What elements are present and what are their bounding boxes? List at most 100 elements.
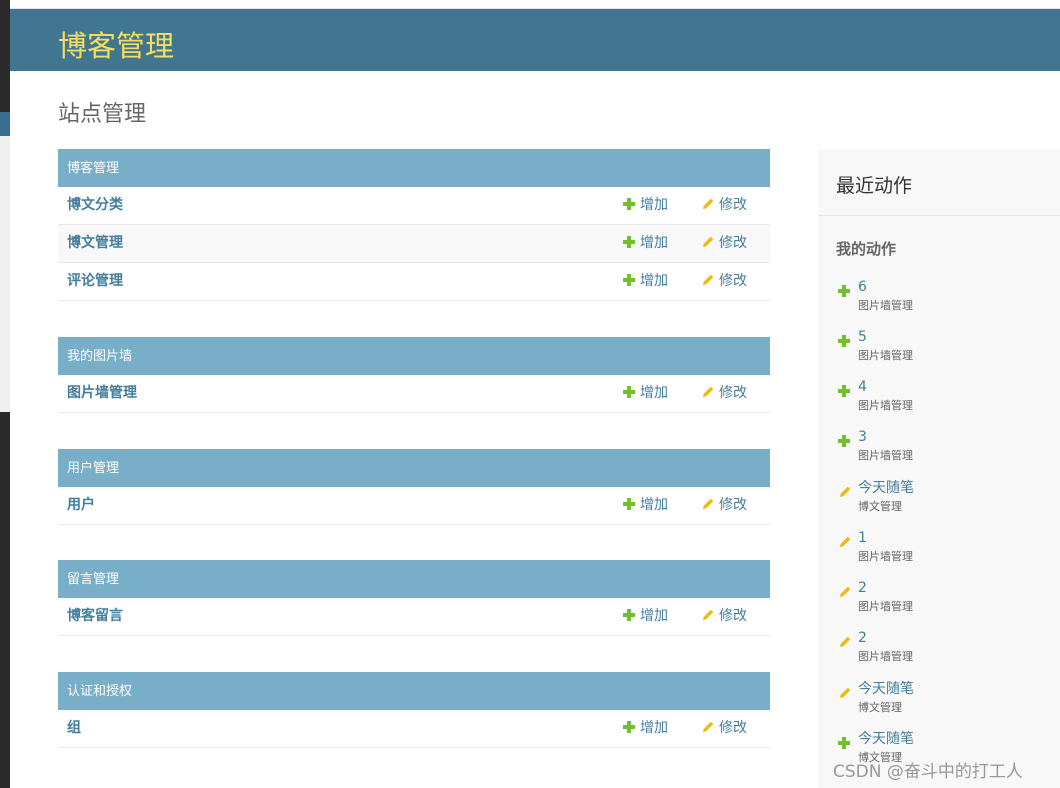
pencil-icon [703, 386, 714, 397]
page-title: 站点管理 [58, 102, 147, 127]
recent-actions-panel: 最近动作 我的动作 6 图片墙管理 5 图片墙管理 4 图片墙管理 3 图片墙管… [818, 149, 1060, 788]
model-link[interactable]: 组 [67, 710, 81, 747]
change-label: 修改 [719, 497, 747, 513]
add-label: 增加 [640, 273, 668, 289]
pencil-icon [703, 498, 714, 509]
change-link[interactable]: 修改 [701, 375, 747, 412]
action-content-type: 图片墙管理 [858, 449, 913, 462]
change-label: 修改 [719, 608, 747, 624]
action-object-link[interactable]: 2 [858, 630, 867, 647]
change-label: 修改 [719, 385, 747, 401]
app-module-messages: 留言管理 博客留言 增加 修改 [58, 560, 770, 636]
csdn-watermark: CSDN @奋斗中的打工人 [833, 762, 1023, 782]
action-content-type: 图片墙管理 [858, 399, 913, 412]
model-link[interactable]: 图片墙管理 [67, 375, 137, 412]
change-link[interactable]: 修改 [701, 225, 747, 262]
my-actions-heading: 我的动作 [836, 240, 897, 258]
plus-icon [623, 198, 635, 210]
change-link[interactable]: 修改 [701, 710, 747, 747]
model-row: 组 增加 修改 [58, 710, 770, 748]
model-row: 博客留言 增加 修改 [58, 598, 770, 636]
pencil-icon [703, 236, 714, 247]
module-caption[interactable]: 认证和授权 [58, 672, 770, 710]
recent-actions-title: 最近动作 [836, 175, 913, 197]
action-object-link[interactable]: 6 [858, 279, 867, 296]
model-link[interactable]: 用户 [67, 487, 95, 524]
module-caption[interactable]: 我的图片墙 [58, 337, 770, 375]
plus-icon [838, 335, 850, 347]
model-row: 用户 增加 修改 [58, 487, 770, 525]
divider [818, 215, 1060, 216]
action-content-type: 图片墙管理 [858, 650, 913, 663]
add-label: 增加 [640, 235, 668, 251]
action-object-link[interactable]: 1 [858, 530, 867, 547]
pencil-icon [840, 586, 851, 597]
plus-icon [623, 498, 635, 510]
pencil-icon [840, 536, 851, 547]
admin-header: 博客管理 [10, 9, 1060, 71]
model-link[interactable]: 博客留言 [67, 598, 123, 635]
pencil-icon [840, 687, 851, 698]
pencil-icon [703, 609, 714, 620]
pencil-icon [703, 198, 714, 209]
plus-icon [838, 385, 850, 397]
add-label: 增加 [640, 385, 668, 401]
add-label: 增加 [640, 497, 668, 513]
add-link[interactable]: 增加 [623, 710, 668, 747]
background-window-strip [0, 0, 10, 788]
pencil-icon [840, 486, 851, 497]
model-row: 博文管理 增加 修改 [58, 225, 770, 263]
change-link[interactable]: 修改 [701, 263, 747, 300]
action-object-link[interactable]: 2 [858, 580, 867, 597]
model-link[interactable]: 博文管理 [67, 225, 123, 262]
action-object-link[interactable]: 今天随笔 [858, 480, 914, 497]
pencil-icon [703, 721, 714, 732]
plus-icon [623, 609, 635, 621]
change-label: 修改 [719, 235, 747, 251]
plus-icon [838, 435, 850, 447]
action-content-type: 图片墙管理 [858, 299, 913, 312]
change-label: 修改 [719, 720, 747, 736]
add-link[interactable]: 增加 [623, 487, 668, 524]
app-module-gallery: 我的图片墙 图片墙管理 增加 修改 [58, 337, 770, 413]
add-link[interactable]: 增加 [623, 187, 668, 224]
module-caption[interactable]: 留言管理 [58, 560, 770, 598]
add-link[interactable]: 增加 [623, 263, 668, 300]
plus-icon [623, 721, 635, 733]
app-module-users: 用户管理 用户 增加 修改 [58, 449, 770, 525]
action-content-type: 图片墙管理 [858, 349, 913, 362]
model-link[interactable]: 评论管理 [67, 263, 123, 300]
action-object-link[interactable]: 今天随笔 [858, 681, 914, 698]
plus-icon [838, 737, 850, 749]
action-object-link[interactable]: 3 [858, 429, 867, 446]
add-link[interactable]: 增加 [623, 375, 668, 412]
action-content-type: 博文管理 [858, 500, 902, 513]
model-row: 图片墙管理 增加 修改 [58, 375, 770, 413]
action-object-link[interactable]: 今天随笔 [858, 731, 914, 748]
model-link[interactable]: 博文分类 [67, 187, 123, 224]
action-content-type: 图片墙管理 [858, 600, 913, 613]
action-object-link[interactable]: 4 [858, 379, 867, 396]
app-module-blog: 博客管理 博文分类 增加 修改 博文管理 增加 修改 评论管理 增加 修改 [58, 149, 770, 301]
model-row: 博文分类 增加 修改 [58, 187, 770, 225]
browser-top-edge [10, 0, 1060, 9]
site-branding[interactable]: 博客管理 [58, 23, 174, 65]
action-object-link[interactable]: 5 [858, 329, 867, 346]
action-content-type: 图片墙管理 [858, 550, 913, 563]
change-link[interactable]: 修改 [701, 487, 747, 524]
add-label: 增加 [640, 720, 668, 736]
change-label: 修改 [719, 197, 747, 213]
change-link[interactable]: 修改 [701, 598, 747, 635]
module-caption[interactable]: 用户管理 [58, 449, 770, 487]
action-content-type: 博文管理 [858, 701, 902, 714]
pencil-icon [840, 636, 851, 647]
plus-icon [623, 236, 635, 248]
add-link[interactable]: 增加 [623, 598, 668, 635]
module-caption[interactable]: 博客管理 [58, 149, 770, 187]
plus-icon [623, 274, 635, 286]
change-label: 修改 [719, 273, 747, 289]
add-link[interactable]: 增加 [623, 225, 668, 262]
change-link[interactable]: 修改 [701, 187, 747, 224]
app-module-auth: 认证和授权 组 增加 修改 [58, 672, 770, 748]
plus-icon [838, 285, 850, 297]
